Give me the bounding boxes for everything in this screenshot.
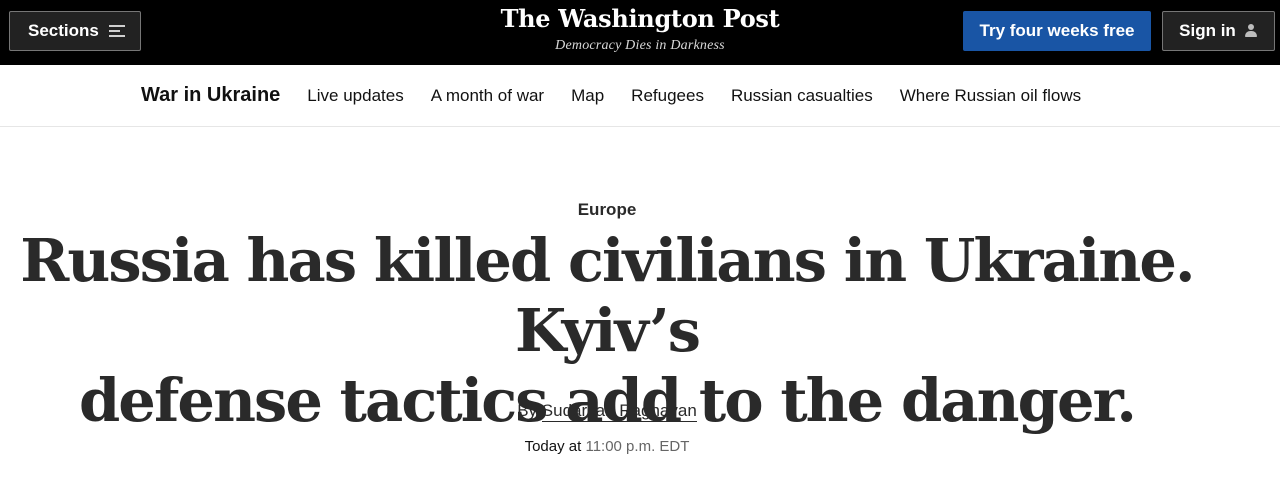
- sections-button[interactable]: Sections: [9, 11, 141, 51]
- subnav-link-russian-casualties[interactable]: Russian casualties: [731, 86, 873, 106]
- user-icon: [1244, 24, 1258, 38]
- headline-line-1: Russia has killed civilians in Ukraine. …: [20, 226, 1195, 365]
- subnav-link-live-updates[interactable]: Live updates: [307, 86, 403, 106]
- author-link[interactable]: Sudarsan Raghavan: [541, 401, 697, 422]
- top-header: Sections The Washington Post Democracy D…: [0, 0, 1280, 65]
- topic-subnav: War in Ukraine Live updates A month of w…: [0, 65, 1280, 127]
- timestamp-time: 11:00 p.m. EDT: [585, 438, 690, 455]
- sign-in-label: Sign in: [1179, 21, 1236, 40]
- byline-prefix: By: [517, 401, 538, 420]
- sign-in-button[interactable]: Sign in: [1162, 11, 1275, 51]
- subnav-topic[interactable]: War in Ukraine: [141, 84, 280, 107]
- menu-icon: [108, 24, 125, 38]
- timestamp: Today at 11:00 p.m. EDT: [0, 438, 1214, 455]
- section-kicker[interactable]: Europe: [0, 200, 1214, 220]
- subnav-link-map[interactable]: Map: [571, 86, 604, 106]
- subnav-link-month-of-war[interactable]: A month of war: [431, 86, 544, 106]
- timestamp-day: Today at: [524, 438, 582, 455]
- byline: By Sudarsan Raghavan: [0, 401, 1214, 422]
- subnav-link-russian-oil-flows[interactable]: Where Russian oil flows: [900, 86, 1081, 106]
- logo[interactable]: The Washington Post: [440, 4, 840, 34]
- try-free-button[interactable]: Try four weeks free: [963, 11, 1151, 51]
- masthead[interactable]: The Washington Post Democracy Dies in Da…: [440, 4, 840, 54]
- sections-label: Sections: [28, 21, 99, 40]
- subnav-link-refugees[interactable]: Refugees: [631, 86, 704, 106]
- tagline: Democracy Dies in Darkness: [555, 38, 725, 53]
